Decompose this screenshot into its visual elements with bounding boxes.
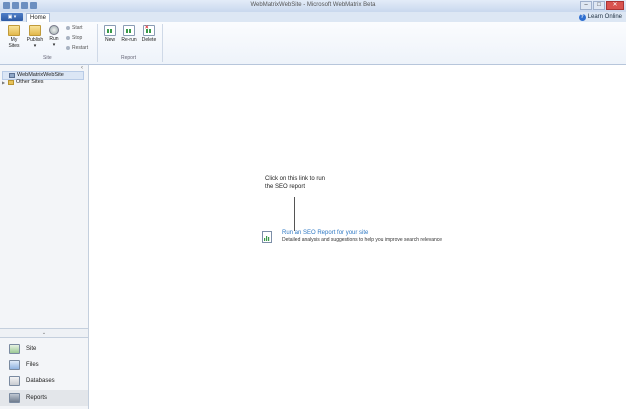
stop-button[interactable]: Stop — [66, 35, 82, 41]
nav-expander-icon[interactable]: ⌄ — [0, 328, 88, 338]
start-icon — [66, 26, 70, 30]
help-icon: ? — [578, 13, 586, 21]
publish-icon — [29, 25, 41, 36]
folder-icon — [8, 25, 20, 36]
callout-annotation: Click on this link to run the SEO report — [265, 176, 326, 190]
maximize-button[interactable]: □ — [593, 1, 605, 10]
delete-report-button[interactable]: × Delete — [140, 25, 158, 43]
seo-report-icon — [262, 231, 272, 243]
run-seo-report-link[interactable]: Run an SEO Report for your site — [282, 230, 368, 237]
nav-item-databases[interactable]: Databases — [0, 373, 88, 389]
window-title: WebMatrixWebSite - Microsoft WebMatrix B… — [250, 2, 376, 8]
new-report-button[interactable]: New — [102, 25, 118, 43]
my-sites-button[interactable]: My Sites — [5, 25, 23, 49]
window-controls: – □ ✕ — [580, 1, 624, 10]
ribbon: My Sites Publish ▾ Run ▾ Start Stop Rest… — [0, 22, 626, 65]
tree-item-other-sites[interactable]: ▶ Other Sites — [2, 79, 44, 86]
group-separator — [97, 24, 98, 62]
nav-item-reports[interactable]: Reports — [0, 390, 88, 406]
nav-item-site[interactable]: Site — [0, 341, 88, 357]
learn-online-link[interactable]: ? Learn Online — [578, 13, 622, 21]
main-content: Click on this link to run the SEO report… — [89, 65, 626, 409]
tab-home[interactable]: Home — [26, 13, 50, 22]
rerun-report-icon — [123, 25, 135, 36]
publish-button[interactable]: Publish ▾ — [25, 25, 45, 49]
restart-icon — [66, 46, 70, 50]
seo-report-description: Detailed analysis and suggestions to hel… — [282, 237, 443, 243]
tree-expand-icon[interactable]: ▶ — [2, 79, 6, 86]
site-icon — [9, 344, 20, 354]
new-report-icon — [104, 25, 116, 36]
restart-button[interactable]: Restart — [66, 45, 88, 51]
folder-icon — [8, 80, 14, 85]
start-button[interactable]: Start — [66, 25, 83, 31]
minimize-button[interactable]: – — [580, 1, 592, 10]
rerun-report-button[interactable]: Re-run — [120, 25, 138, 43]
website-icon — [9, 73, 15, 78]
database-icon — [9, 376, 20, 386]
run-button[interactable]: Run ▾ — [47, 25, 61, 48]
callout-pointer-line — [294, 197, 295, 231]
files-icon — [9, 360, 20, 370]
delete-x-icon: × — [145, 25, 149, 31]
left-pane: ‹ WebMatrixWebSite ▶ Other Sites ⌄ Site … — [0, 65, 89, 409]
delete-report-icon: × — [143, 25, 155, 36]
learn-online-label: Learn Online — [587, 14, 622, 20]
app-menu-button[interactable]: ▣ ▾ — [1, 13, 23, 21]
close-button[interactable]: ✕ — [606, 1, 624, 10]
site-group-label: Site — [43, 55, 52, 61]
report-group-label: Report — [121, 55, 137, 61]
reports-icon — [9, 393, 20, 403]
stop-icon — [66, 36, 70, 40]
nav-item-files[interactable]: Files — [0, 357, 88, 373]
group-separator — [162, 24, 163, 62]
run-icon — [49, 25, 59, 35]
